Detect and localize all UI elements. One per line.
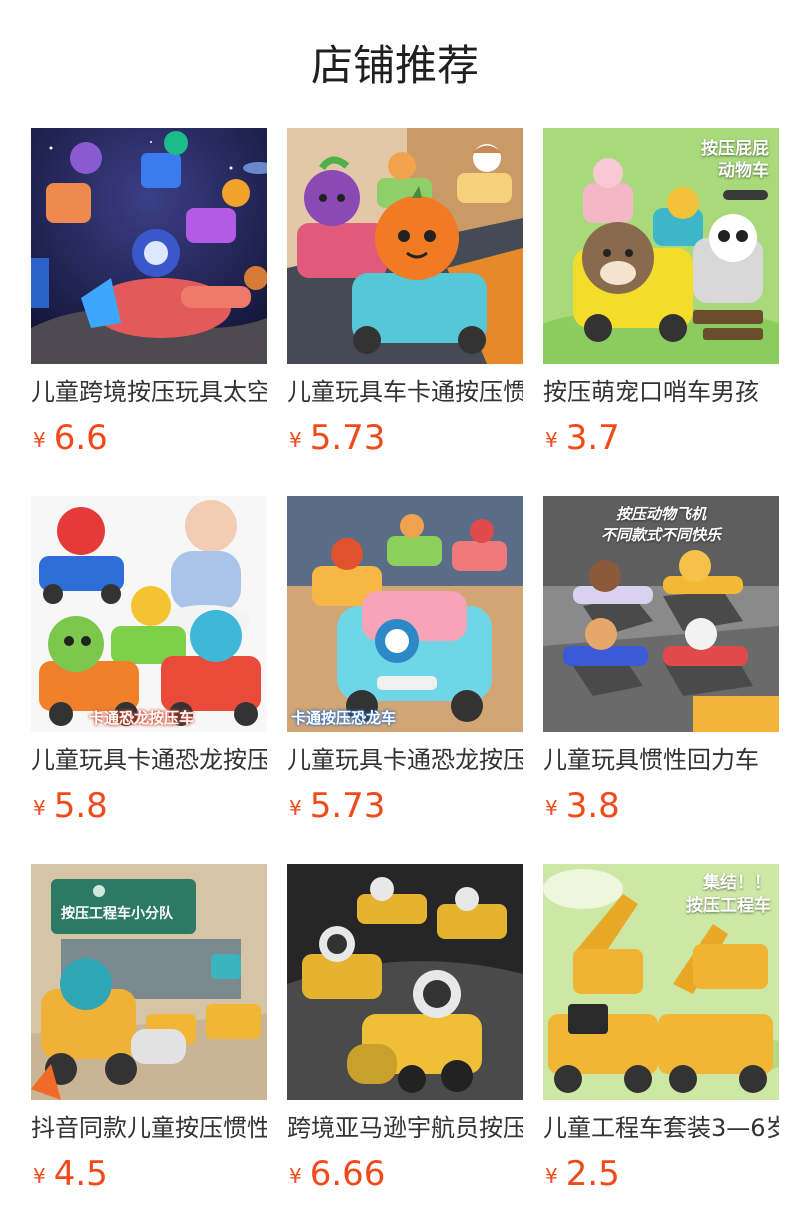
- product-image[interactable]: [31, 128, 267, 364]
- image-overlay-text: 按压工程车小分队: [61, 906, 173, 922]
- product-price: ¥4.5: [33, 1154, 108, 1194]
- product-image[interactable]: 集结！！ 按压工程车: [543, 864, 779, 1100]
- product-card[interactable]: 按压动物飞机 不同款式不同快乐 儿童玩具惯性回力车 ¥3.8: [543, 496, 779, 836]
- product-image[interactable]: 按压屁屁 动物车: [543, 128, 779, 364]
- product-title[interactable]: 儿童玩具卡通恐龙按压: [31, 743, 267, 777]
- product-image[interactable]: 按压动物飞机 不同款式不同快乐: [543, 496, 779, 732]
- product-card[interactable]: 儿童跨境按压玩具太空 ¥6.6: [31, 128, 267, 468]
- price-value: 3.8: [565, 786, 620, 826]
- page-title: 店铺推荐: [310, 41, 479, 90]
- image-overlay-text: 集结！！ 按压工程车: [686, 873, 771, 916]
- image-overlay-text: 按压动物飞机 不同款式不同快乐: [600, 505, 721, 544]
- currency-symbol: ¥: [33, 428, 46, 452]
- price-value: 2.5: [565, 1154, 620, 1194]
- product-price: ¥2.5: [545, 1154, 620, 1194]
- currency-symbol: ¥: [289, 796, 302, 820]
- image-overlay-text: 卡通恐龙按压车: [89, 709, 195, 727]
- currency-symbol: ¥: [33, 1164, 46, 1188]
- price-value: 4.5: [53, 1154, 108, 1194]
- product-title[interactable]: 儿童玩具卡通恐龙按压: [287, 743, 523, 777]
- currency-symbol: ¥: [289, 428, 302, 452]
- product-title[interactable]: 儿童玩具惯性回力车: [543, 743, 779, 777]
- product-image[interactable]: [287, 864, 523, 1100]
- product-title[interactable]: 儿童玩具车卡通按压惯: [287, 375, 523, 409]
- product-title[interactable]: 儿童工程车套装3—6岁: [543, 1111, 779, 1145]
- product-card[interactable]: 按压屁屁 动物车 按压萌宠口哨车男孩 ¥3.7: [543, 128, 779, 468]
- image-overlay-text: 按压屁屁 动物车: [701, 139, 769, 181]
- currency-symbol: ¥: [289, 1164, 302, 1188]
- product-card[interactable]: 集结！！ 按压工程车 儿童工程车套装3—6岁 ¥2.5: [543, 864, 779, 1204]
- price-value: 6.6: [53, 418, 108, 458]
- dinosaur-cars-icon: [31, 496, 267, 732]
- price-value: 5.73: [309, 418, 386, 458]
- image-overlay-text: 卡通按压恐龙车: [291, 709, 397, 727]
- dinosaur-cars-blue-icon: [287, 496, 523, 732]
- product-price: ¥3.8: [545, 786, 620, 826]
- product-price: ¥6.66: [289, 1154, 385, 1194]
- product-card[interactable]: 儿童玩具车卡通按压惯 ¥5.73: [287, 128, 523, 468]
- currency-symbol: ¥: [545, 428, 558, 452]
- currency-symbol: ¥: [545, 1164, 558, 1188]
- product-title[interactable]: 跨境亚马逊宇航员按压: [287, 1111, 523, 1145]
- product-card[interactable]: 按压工程车小分队 抖音同款儿童按压惯性 ¥4.5: [31, 864, 267, 1204]
- product-image[interactable]: 卡通恐龙按压车: [31, 496, 267, 732]
- product-image[interactable]: 卡通按压恐龙车: [287, 496, 523, 732]
- product-image[interactable]: [287, 128, 523, 364]
- fruit-cars-icon: [287, 128, 523, 364]
- currency-symbol: ¥: [33, 796, 46, 820]
- product-price: ¥6.6: [33, 418, 108, 458]
- price-value: 5.73: [309, 786, 386, 826]
- product-title[interactable]: 按压萌宠口哨车男孩: [543, 375, 779, 409]
- engineering-trucks-icon: [31, 864, 267, 1100]
- product-price: ¥5.73: [289, 418, 385, 458]
- product-title[interactable]: 儿童跨境按压玩具太空: [31, 375, 267, 409]
- space-toy-planes-icon: [31, 128, 267, 364]
- product-title[interactable]: 抖音同款儿童按压惯性: [31, 1111, 267, 1145]
- product-card[interactable]: 卡通恐龙按压车 儿童玩具卡通恐龙按压 ¥5.8: [31, 496, 267, 836]
- price-value: 6.66: [309, 1154, 386, 1194]
- product-price: ¥5.73: [289, 786, 385, 826]
- product-image[interactable]: 按压工程车小分队: [31, 864, 267, 1100]
- astronaut-trucks-icon: [287, 864, 523, 1100]
- product-card[interactable]: 跨境亚马逊宇航员按压 ¥6.66: [287, 864, 523, 1204]
- currency-symbol: ¥: [545, 796, 558, 820]
- product-card[interactable]: 卡通按压恐龙车 儿童玩具卡通恐龙按压 ¥5.73: [287, 496, 523, 836]
- product-price: ¥3.7: [545, 418, 620, 458]
- price-value: 5.8: [53, 786, 108, 826]
- price-value: 3.7: [565, 418, 620, 458]
- product-price: ¥5.8: [33, 786, 108, 826]
